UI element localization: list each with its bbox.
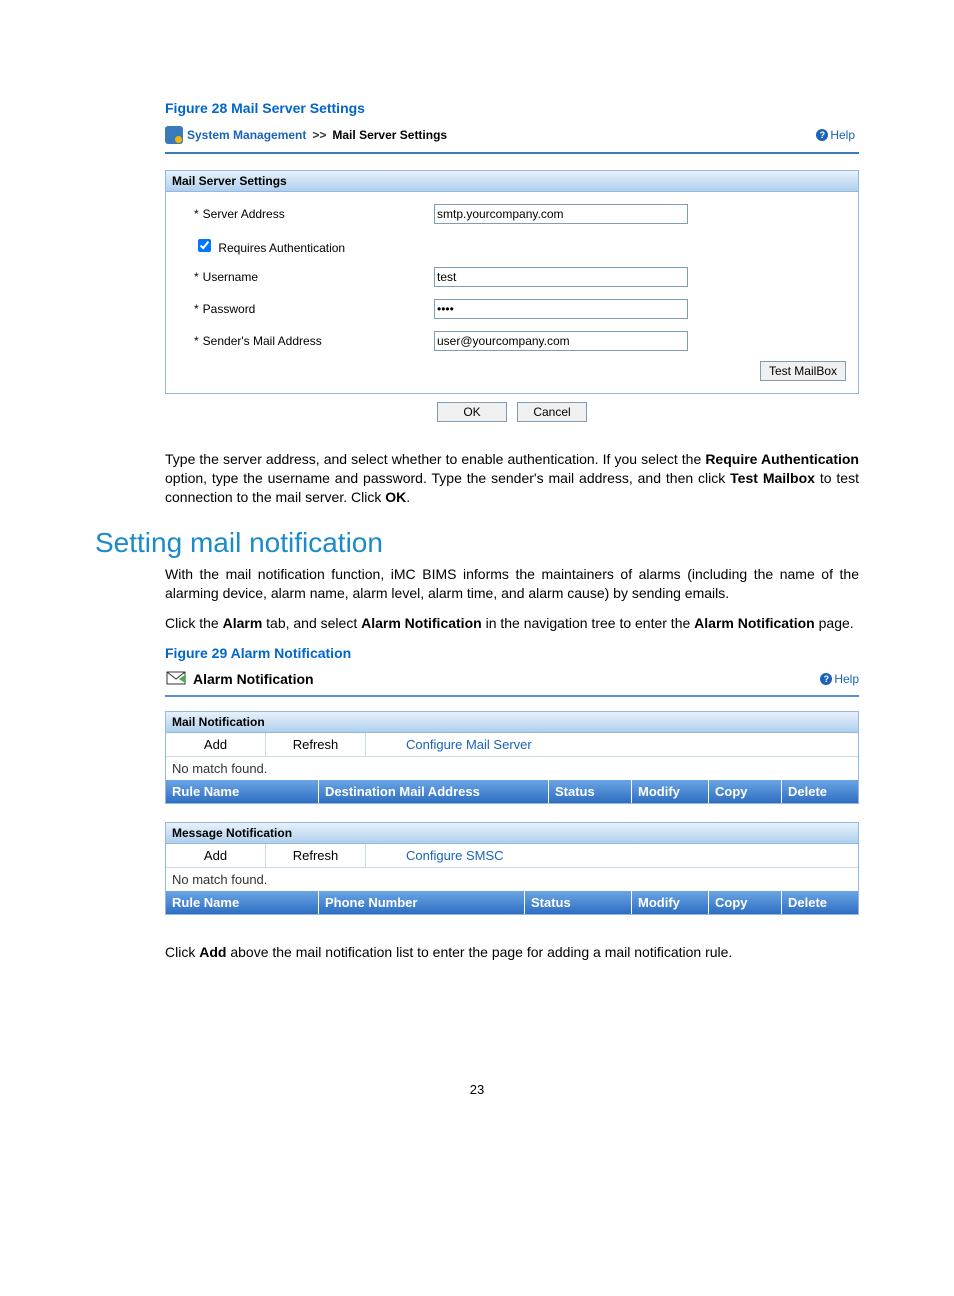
col-rule-name: Rule Name xyxy=(166,780,319,803)
ok-button[interactable]: OK xyxy=(437,402,507,422)
section-heading: Setting mail notification xyxy=(95,527,859,559)
paragraph-4: Click Add above the mail notification li… xyxy=(95,943,859,962)
breadcrumb-current: Mail Server Settings xyxy=(332,128,447,142)
msg-add-button[interactable]: Add xyxy=(166,844,266,867)
help-label: Help xyxy=(830,128,855,142)
col-copy: Copy xyxy=(709,780,782,803)
help-label: Help xyxy=(834,672,859,686)
requires-auth-checkbox[interactable] xyxy=(198,239,211,252)
paragraph-1: Type the server address, and select whet… xyxy=(95,450,859,507)
col-status: Status xyxy=(549,780,632,803)
msg-no-match: No match found. xyxy=(166,868,858,891)
document-page: Figure 28 Mail Server Settings System Ma… xyxy=(0,0,954,1137)
col-phone-number: Phone Number xyxy=(319,891,525,914)
paragraph-3: Click the Alarm tab, and select Alarm No… xyxy=(95,614,859,633)
username-label: *Username xyxy=(194,270,434,284)
paragraph-2: With the mail notification function, iMC… xyxy=(95,565,859,603)
breadcrumb-separator: >> xyxy=(312,128,326,142)
alarm-notification-icon xyxy=(165,669,187,689)
mail-notification-title: Mail Notification xyxy=(166,712,858,733)
mail-grid-header: Rule Name Destination Mail Address Statu… xyxy=(166,780,858,803)
col-status: Status xyxy=(525,891,632,914)
mail-no-match: No match found. xyxy=(166,757,858,780)
msg-refresh-button[interactable]: Refresh xyxy=(266,844,366,867)
system-management-icon xyxy=(165,126,183,144)
figure-28-caption: Figure 28 Mail Server Settings xyxy=(165,100,859,116)
col-destination-mail: Destination Mail Address xyxy=(319,780,549,803)
message-notification-panel: Message Notification Add Refresh Configu… xyxy=(165,822,859,915)
figure-28: System Management >> Mail Server Setting… xyxy=(165,124,859,422)
requires-auth-label: Requires Authentication xyxy=(194,236,345,255)
server-address-input[interactable] xyxy=(434,204,688,224)
configure-mail-server-link[interactable]: Configure Mail Server xyxy=(366,737,532,752)
col-rule-name: Rule Name xyxy=(166,891,319,914)
mail-notification-panel: Mail Notification Add Refresh Configure … xyxy=(165,711,859,804)
password-input[interactable] xyxy=(434,299,688,319)
col-modify: Modify xyxy=(632,891,709,914)
figure-28-header: System Management >> Mail Server Setting… xyxy=(165,124,859,154)
sender-label: *Sender's Mail Address xyxy=(194,334,434,348)
test-mailbox-button[interactable]: Test MailBox xyxy=(760,361,846,381)
col-delete: Delete xyxy=(782,891,858,914)
alarm-notification-title: Alarm Notification xyxy=(193,671,314,687)
panel-title: Mail Server Settings xyxy=(166,171,858,192)
help-link[interactable]: ? Help xyxy=(816,128,855,142)
username-input[interactable] xyxy=(434,267,688,287)
server-address-label: *Server Address xyxy=(194,207,434,221)
col-delete: Delete xyxy=(782,780,858,803)
page-number: 23 xyxy=(95,1082,859,1097)
col-copy: Copy xyxy=(709,891,782,914)
figure-29: Figure 29 Alarm Notification Alarm Notif… xyxy=(165,645,859,915)
mail-server-settings-panel: Mail Server Settings *Server Address Req… xyxy=(165,170,859,394)
msg-grid-header: Rule Name Phone Number Status Modify Cop… xyxy=(166,891,858,914)
col-modify: Modify xyxy=(632,780,709,803)
cancel-button[interactable]: Cancel xyxy=(517,402,587,422)
message-notification-title: Message Notification xyxy=(166,823,858,844)
password-label: *Password xyxy=(194,302,434,316)
mail-refresh-button[interactable]: Refresh xyxy=(266,733,366,756)
mail-add-button[interactable]: Add xyxy=(166,733,266,756)
help-icon: ? xyxy=(820,673,832,685)
help-link-29[interactable]: ? Help xyxy=(820,672,859,686)
breadcrumb-system-management[interactable]: System Management xyxy=(187,128,306,142)
sender-input[interactable] xyxy=(434,331,688,351)
configure-smsc-link[interactable]: Configure SMSC xyxy=(366,848,504,863)
help-icon: ? xyxy=(816,129,828,141)
figure-29-caption: Figure 29 Alarm Notification xyxy=(165,645,859,661)
